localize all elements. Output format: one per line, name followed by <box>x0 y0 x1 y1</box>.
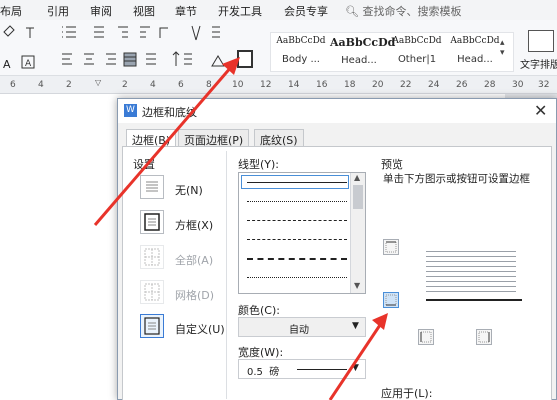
arrow-to-borders-button <box>93 65 234 226</box>
arrow-to-bottom-border <box>328 324 382 400</box>
annotation-arrows <box>93 57 388 400</box>
